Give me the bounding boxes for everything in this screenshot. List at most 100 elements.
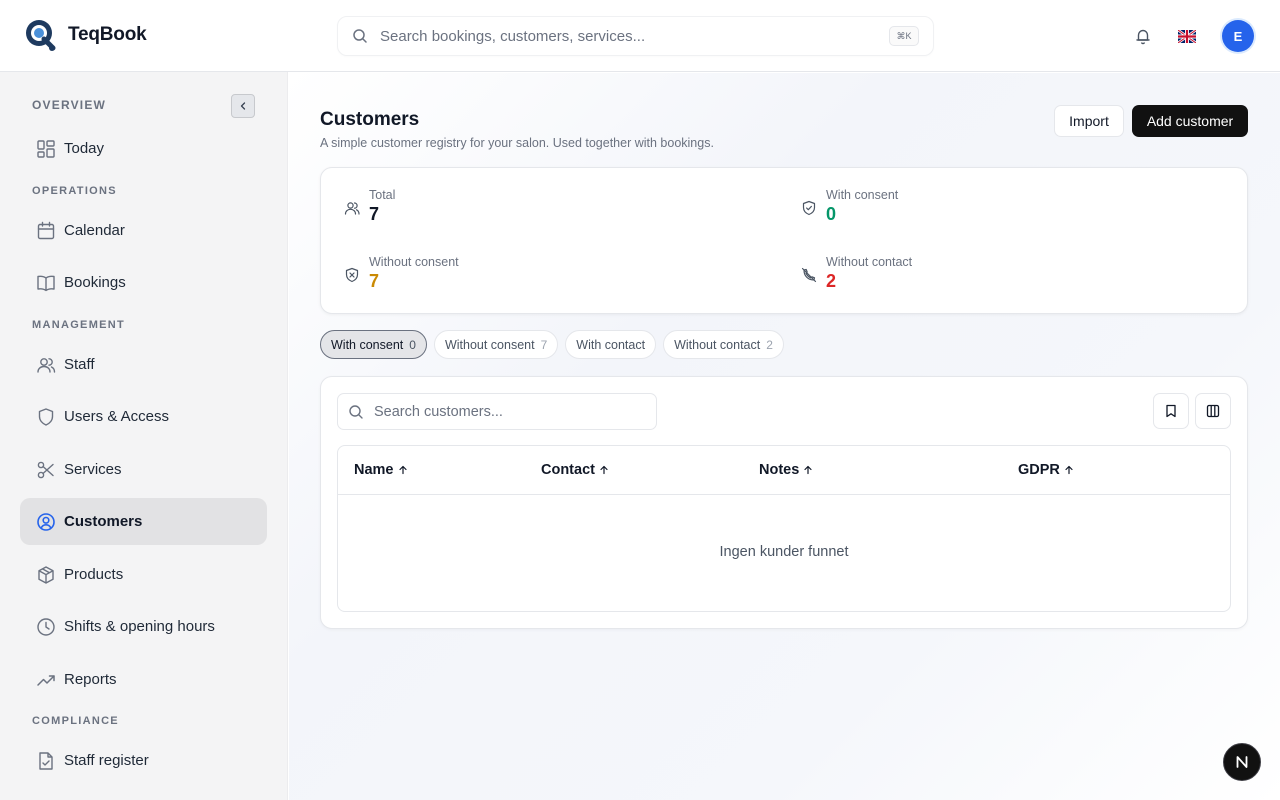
table-header-row: Name Contact Notes GDPR [338, 446, 1230, 495]
sidebar-item-label: Staff register [64, 752, 149, 769]
saved-views-button[interactable] [1153, 393, 1189, 429]
chip-count: 7 [540, 337, 548, 352]
column-header-name[interactable]: Name [354, 462, 408, 478]
sidebar-item-users-access[interactable]: Users & Access [20, 393, 267, 440]
user-avatar[interactable]: E [1222, 20, 1254, 52]
import-button[interactable]: Import [1054, 105, 1124, 137]
sidebar-item-calendar[interactable]: Calendar [20, 207, 267, 254]
section-label-overview: OVERVIEW [32, 98, 107, 112]
sidebar-item-today[interactable]: Today [20, 125, 267, 172]
sidebar-item-label: Products [64, 566, 124, 583]
section-label-operations: OPERATIONS [32, 185, 117, 197]
section-label-compliance: COMPLIANCE [32, 715, 119, 727]
sidebar-item-reports[interactable]: Reports [20, 656, 267, 703]
search-icon [353, 29, 367, 43]
teqbook-logo-icon [26, 20, 56, 51]
sidebar-item-services[interactable]: Services [20, 446, 267, 493]
brand-name: TeqBook [68, 24, 147, 45]
customers-table: Name Contact Notes GDPR Ingen kunder fun… [337, 445, 1231, 612]
trending-up-icon [37, 674, 55, 686]
stat-value: 0 [826, 204, 837, 224]
page-subtitle: A simple customer registry for your salo… [320, 136, 714, 150]
arrow-up-icon [1065, 465, 1073, 475]
arrow-up-icon [600, 465, 608, 475]
file-check-icon [39, 751, 53, 770]
package-icon [38, 565, 54, 584]
chip-label: Without consent [444, 337, 535, 352]
clock-icon [37, 617, 55, 636]
filter-chip-with-contact[interactable]: With contact [565, 330, 657, 359]
sidebar-item-label: Today [64, 140, 105, 157]
sidebar: OVERVIEW Today OPERATIONS Calendar Booki… [0, 72, 288, 800]
users-icon [344, 202, 360, 215]
sidebar-item-staff-register[interactable]: Staff register [20, 737, 267, 784]
scissors-icon [37, 461, 54, 478]
page-title: Customers [320, 109, 420, 130]
columns-button[interactable] [1195, 393, 1231, 429]
chip-label: Without contact [674, 337, 761, 352]
next-logo-button[interactable] [1223, 743, 1261, 781]
stat-total: Total 7 [344, 188, 395, 225]
column-header-contact[interactable]: Contact [541, 462, 609, 478]
chip-count: 0 [409, 337, 416, 352]
sidebar-item-label: Bookings [64, 274, 126, 291]
sidebar-collapse-button[interactable] [231, 94, 255, 118]
customer-search-input[interactable]: Search customers... [337, 393, 657, 430]
stat-label: Without contact [826, 255, 913, 269]
chip-label: With consent [331, 337, 404, 352]
column-header-gdpr[interactable]: GDPR [1018, 462, 1074, 478]
column-header-notes[interactable]: Notes [759, 462, 813, 478]
shield-x-icon [345, 267, 359, 283]
global-search[interactable]: Search bookings, customers, services... … [337, 16, 934, 56]
stat-label: With consent [826, 188, 899, 202]
stat-label: Without consent [369, 255, 459, 269]
sidebar-item-staff[interactable]: Staff [20, 341, 267, 388]
uk-flag-icon[interactable] [1178, 29, 1196, 43]
users-icon [37, 357, 56, 373]
main-content: Customers A simple customer registry for… [289, 73, 1280, 800]
empty-state-text: Ingen kunder funnet [719, 544, 849, 560]
dashboard-grid-icon [37, 139, 55, 158]
stat-value: 2 [826, 271, 837, 291]
search-shortcut-badge: ⌘K [889, 26, 919, 46]
add-customer-button[interactable]: Add customer [1132, 105, 1248, 137]
section-label-management: MANAGEMENT [32, 319, 126, 331]
filter-chip-without-contact[interactable]: Without contact 2 [663, 330, 784, 359]
stats-card: Total 7 With consent 0 Without consent 7 [320, 167, 1248, 314]
sidebar-item-bookings[interactable]: Bookings [20, 259, 267, 306]
arrow-up-icon [398, 465, 407, 475]
user-circle-icon [37, 512, 55, 531]
sidebar-item-products[interactable]: Products [20, 551, 267, 598]
sidebar-item-shifts[interactable]: Shifts & opening hours [20, 603, 267, 650]
stat-value: 7 [369, 271, 380, 291]
columns-icon [1206, 404, 1220, 418]
sidebar-item-label: Calendar [64, 222, 125, 239]
sidebar-item-label: Staff [64, 356, 95, 373]
sidebar-item-customers[interactable]: Customers [20, 498, 267, 545]
sidebar-item-label: Customers [64, 513, 143, 530]
shield-icon [38, 407, 54, 426]
bookmark-icon [1166, 404, 1176, 418]
brand[interactable]: TeqBook [24, 18, 147, 52]
sidebar-item-label: Users & Access [64, 408, 170, 425]
calendar-icon [37, 221, 55, 239]
stat-without-consent: Without consent 7 [344, 255, 459, 292]
customer-search-placeholder: Search customers... [374, 403, 503, 420]
stat-with-consent: With consent 0 [801, 188, 898, 225]
sidebar-item-label: Services [64, 461, 122, 478]
chip-label: With contact [576, 337, 646, 352]
sidebar-item-label: Reports [64, 671, 117, 688]
arrow-up-icon [804, 465, 812, 475]
filter-chip-without-consent[interactable]: Without consent 7 [433, 330, 559, 359]
top-header: TeqBook Search bookings, customers, serv… [0, 0, 1280, 72]
bell-icon[interactable] [1134, 27, 1152, 45]
filter-chip-with-consent[interactable]: With consent 0 [320, 330, 427, 359]
stat-without-contact: Without contact 2 [801, 255, 912, 292]
chip-count: 2 [766, 337, 773, 352]
sidebar-item-label: Shifts & opening hours [64, 618, 215, 635]
global-search-placeholder: Search bookings, customers, services... [380, 27, 646, 45]
phone-off-icon [801, 267, 817, 283]
filter-chips: With consent 0 Without consent 7 With co… [320, 330, 784, 359]
stat-value: 7 [369, 204, 380, 224]
next-logo-icon [1236, 756, 1248, 768]
